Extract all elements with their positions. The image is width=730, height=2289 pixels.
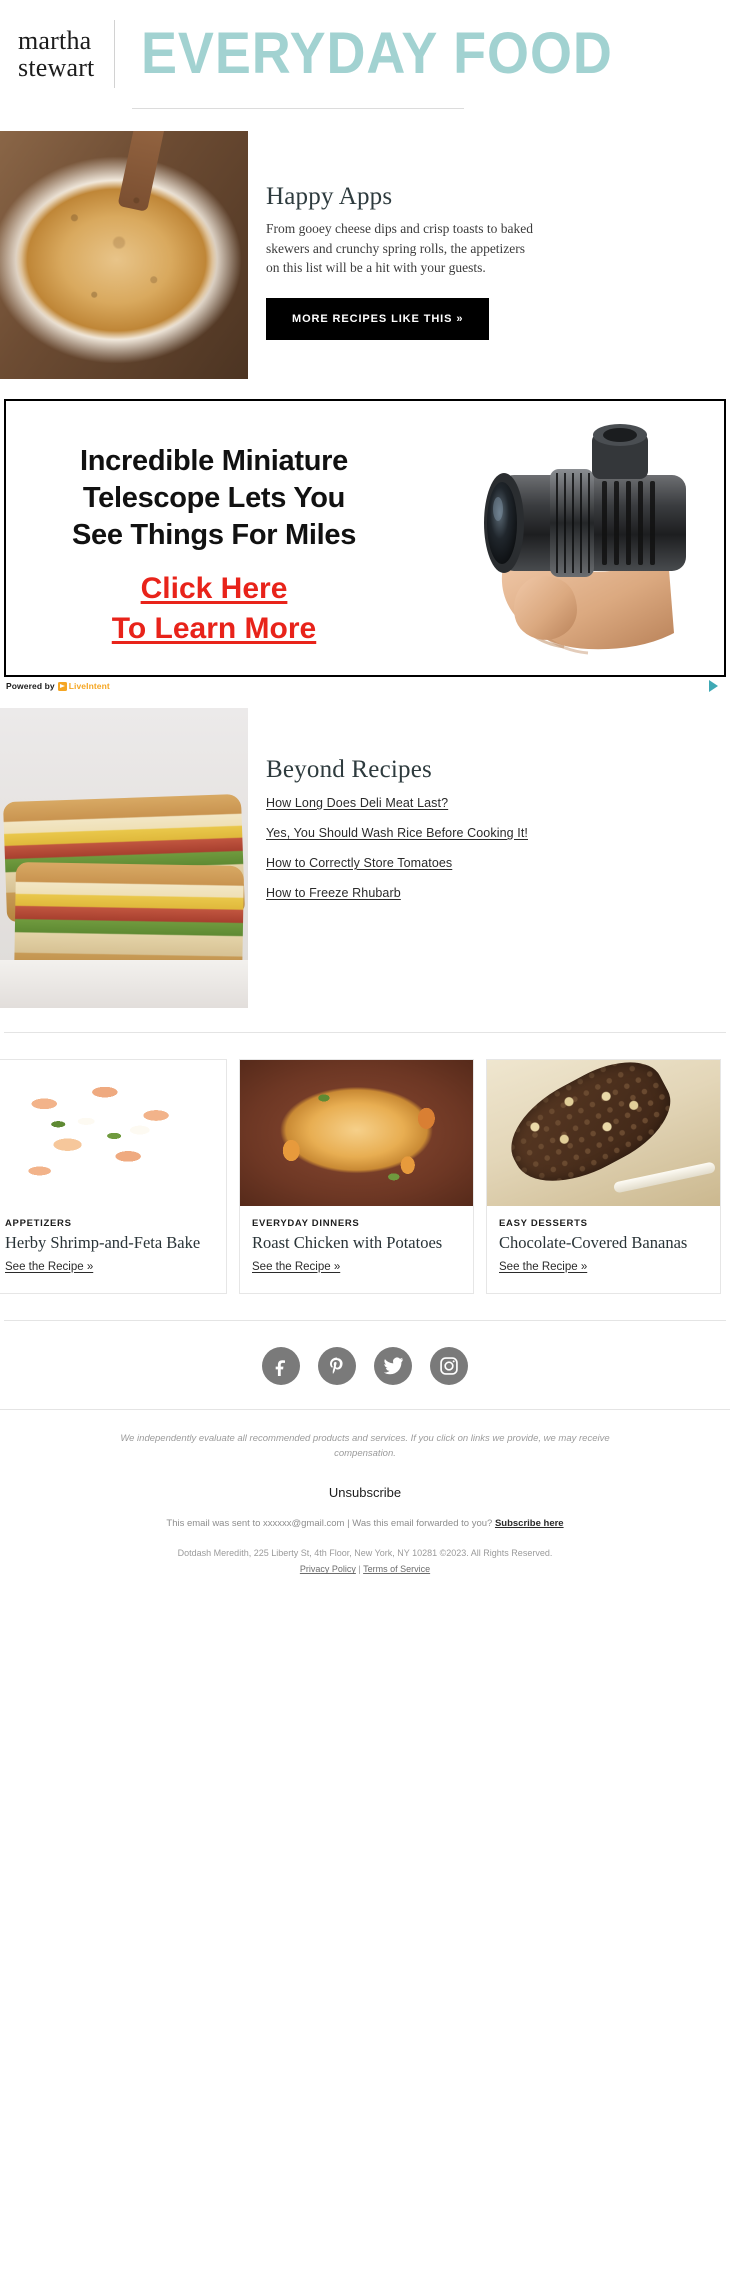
recipe-card-body: APPETIZERS Herby Shrimp-and-Feta Bake Se… <box>0 1206 226 1293</box>
feature-section: Happy Apps From gooey cheese dips and cr… <box>0 109 730 379</box>
recipe-card-category: EVERYDAY DINNERS <box>252 1218 360 1229</box>
affiliate-disclaimer: We independently evaluate all recommende… <box>120 1432 610 1459</box>
pinterest-glyph <box>330 1357 343 1374</box>
facebook-glyph <box>275 1360 285 1376</box>
address-line: Dotdash Meredith, 225 Liberty St, 4th Fl… <box>177 1548 553 1559</box>
recipe-card-image[interactable] <box>240 1060 473 1206</box>
terms-of-service-link[interactable]: Terms of Service <box>363 1564 430 1574</box>
publication-title: EVERYDAY FOOD <box>141 21 614 86</box>
ad-cta-line-1: Click Here <box>140 572 288 605</box>
ad-headline-line-1: Incredible Miniature <box>80 445 348 477</box>
adchoices-icon[interactable] <box>709 680 718 692</box>
feature-copy: Happy Apps From gooey cheese dips and cr… <box>248 131 708 340</box>
more-recipes-button[interactable]: MORE RECIPES LIKE THIS » <box>266 297 490 340</box>
liveintent-logo-icon <box>57 681 67 691</box>
recipe-card-body: EVERYDAY DINNERS Roast Chicken with Pota… <box>240 1206 473 1293</box>
recipe-card-category: EASY DESSERTS <box>499 1218 588 1229</box>
beyond-link-3[interactable]: How to Freeze Rhubarb <box>266 886 692 900</box>
ad-headline: Incredible Miniature Telescope Lets You … <box>14 443 414 554</box>
beyond-link-1[interactable]: Yes, You Should Wash Rice Before Cooking… <box>266 826 692 840</box>
ad-creative[interactable]: Incredible Miniature Telescope Lets You … <box>4 399 726 677</box>
recipe-card[interactable]: APPETIZERS Herby Shrimp-and-Feta Bake Se… <box>0 1059 227 1294</box>
twitter-glyph <box>383 1357 403 1375</box>
facebook-icon[interactable] <box>262 1346 300 1385</box>
beyond-link-0[interactable]: How Long Does Deli Meat Last? <box>266 796 692 810</box>
recipe-card-image[interactable] <box>487 1060 720 1206</box>
ad-cta-text[interactable]: Click Here To Learn More <box>14 569 414 649</box>
forwarded-question: Was this email forwarded to you? <box>352 1518 493 1530</box>
ad-headline-line-2: Telescope Lets You <box>82 482 346 515</box>
recipe-card-image[interactable] <box>0 1060 226 1206</box>
recipe-card-title: Herby Shrimp-and-Feta Bake <box>5 1233 201 1252</box>
recipe-card-body: EASY DESSERTS Chocolate-Covered Bananas … <box>487 1206 720 1293</box>
beyond-recipes-link-list: How Long Does Deli Meat Last? Yes, You S… <box>266 796 692 900</box>
beyond-recipes-section: Beyond Recipes How Long Does Deli Meat L… <box>0 694 730 1008</box>
feature-body-text: From gooey cheese dips and crisp toasts … <box>266 221 533 276</box>
instagram-icon[interactable] <box>430 1346 468 1385</box>
recipe-card-title: Chocolate-Covered Bananas <box>499 1233 688 1252</box>
legal-separator: | <box>358 1564 361 1575</box>
advertisement-section: Incredible Miniature Telescope Lets You … <box>0 379 730 694</box>
ad-cta-line-2: To Learn More <box>111 611 317 645</box>
ad-headline-line-3: See Things For Miles <box>71 519 357 552</box>
email-masthead: martha stewart EVERYDAY FOOD <box>0 0 730 108</box>
subscribe-here-link[interactable]: Subscribe here <box>495 1518 564 1529</box>
recipe-card[interactable]: EVERYDAY DINNERS Roast Chicken with Pota… <box>239 1059 474 1294</box>
masthead-divider <box>114 20 116 88</box>
social-links <box>0 1321 730 1409</box>
recipe-card-category: APPETIZERS <box>5 1218 72 1229</box>
beyond-recipes-heading: Beyond Recipes <box>266 756 432 783</box>
powered-by-label: Powered by <box>6 681 55 691</box>
instagram-glyph <box>440 1357 458 1375</box>
feature-heading: Happy Apps <box>266 183 393 210</box>
feature-image[interactable] <box>0 131 248 379</box>
unsubscribe-link[interactable]: Unsubscribe <box>0 1461 730 1500</box>
liveintent-attribution[interactable]: Powered by LiveIntent <box>6 681 110 691</box>
see-the-recipe-link[interactable]: See the Recipe » <box>5 1261 93 1273</box>
email-body: martha stewart EVERYDAY FOOD Happy Apps … <box>0 0 730 1612</box>
beyond-recipes-image[interactable] <box>0 708 248 1008</box>
beyond-link-2[interactable]: How to Correctly Store Tomatoes <box>266 856 692 870</box>
footer-spacer <box>0 1578 730 1612</box>
beyond-recipes-copy: Beyond Recipes How Long Does Deli Meat L… <box>248 708 708 916</box>
sent-line-separator: | <box>347 1518 350 1530</box>
recipe-cards-row: APPETIZERS Herby Shrimp-and-Feta Bake Se… <box>0 1033 730 1294</box>
sent-to-address: This email was sent to xxxxxx@gmail.com <box>166 1518 345 1530</box>
legal-links: Privacy Policy | Terms of Service <box>0 1561 730 1577</box>
twitter-icon[interactable] <box>374 1346 412 1385</box>
see-the-recipe-link[interactable]: See the Recipe » <box>499 1261 587 1273</box>
recipe-card[interactable]: EASY DESSERTS Chocolate-Covered Bananas … <box>486 1059 721 1294</box>
martha-stewart-logo[interactable]: martha stewart <box>18 26 114 81</box>
privacy-policy-link[interactable]: Privacy Policy <box>300 1564 356 1574</box>
recipe-card-title: Roast Chicken with Potatoes <box>252 1233 443 1252</box>
pinterest-icon[interactable] <box>318 1346 356 1385</box>
company-address: Dotdash Meredith, 225 Liberty St, 4th Fl… <box>0 1529 730 1577</box>
see-the-recipe-link[interactable]: See the Recipe » <box>252 1261 340 1273</box>
ad-attribution-bar: Powered by LiveIntent <box>4 678 726 694</box>
brand-line-2: stewart <box>18 53 95 82</box>
liveintent-brand-label: LiveIntent <box>68 681 110 691</box>
sent-to-line: This email was sent to xxxxxx@gmail.com … <box>0 1500 730 1529</box>
brand-line-1: martha <box>18 26 92 56</box>
telescope-product-image <box>484 424 686 655</box>
